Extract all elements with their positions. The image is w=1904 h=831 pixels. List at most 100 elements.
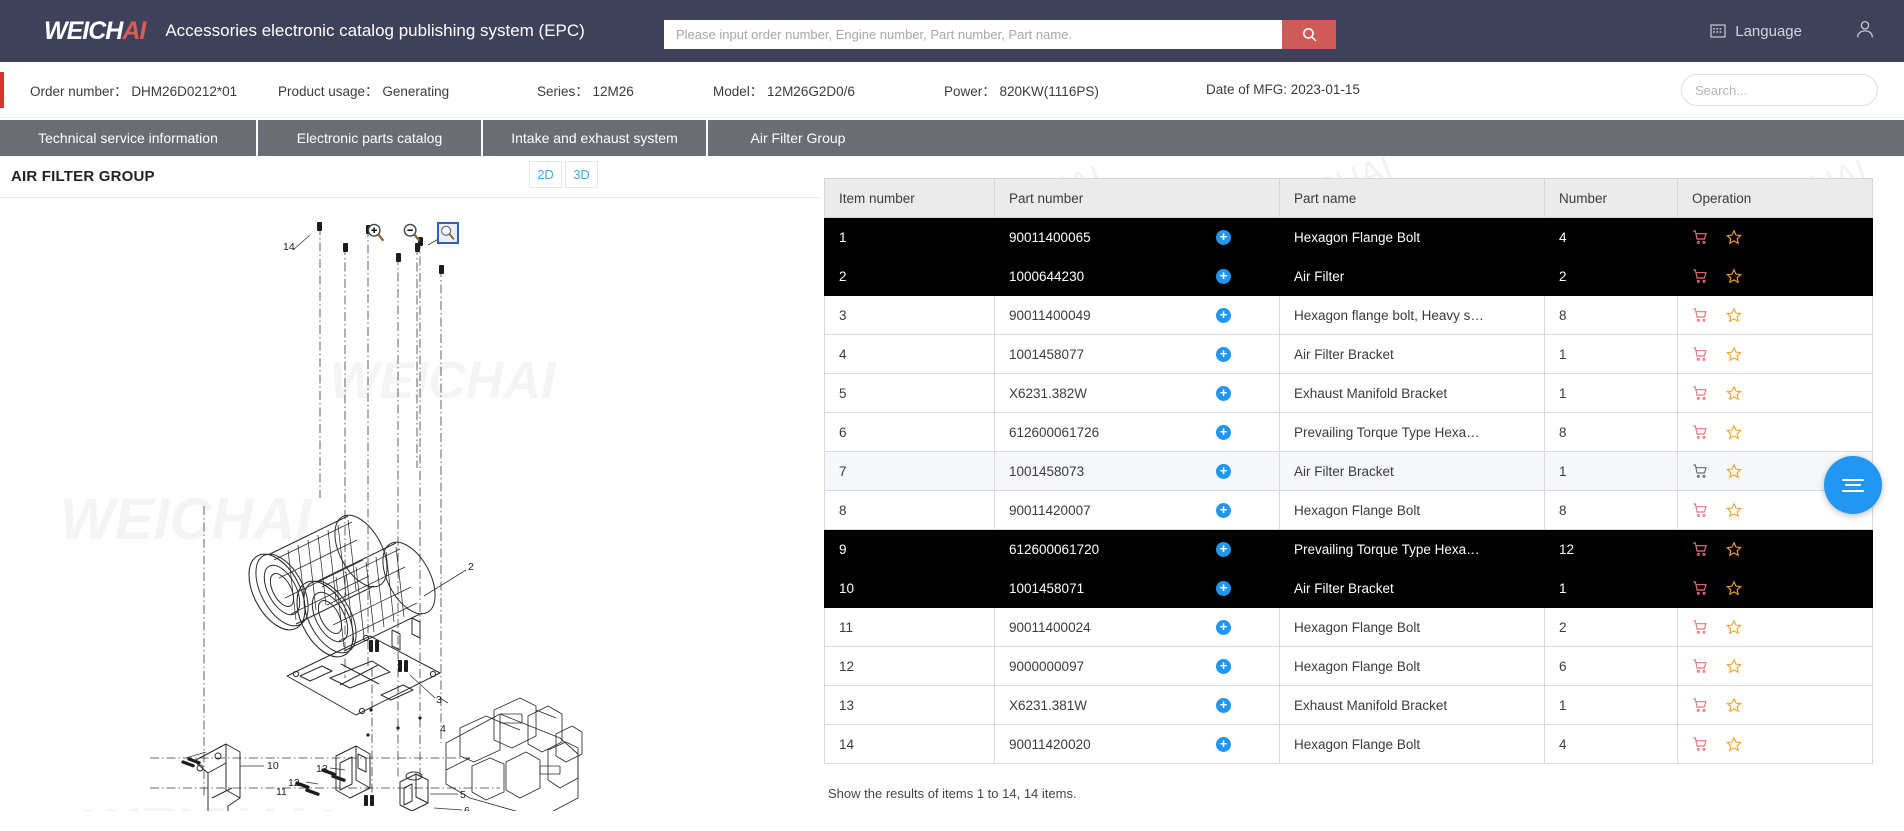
cell-part-number[interactable]: 1001458077 + [994,334,1280,374]
view-2d-button[interactable]: 2D [529,161,562,188]
column-header-part-name[interactable]: Part name [1279,178,1545,218]
star-icon[interactable] [1726,385,1742,401]
cell-part-number[interactable]: 9000000097 + [994,646,1280,686]
plus-circle-icon[interactable]: + [1216,424,1231,440]
star-icon[interactable] [1726,268,1742,284]
plus-circle-icon[interactable]: + [1216,658,1231,674]
table-row[interactable]: 14 90011420020 + Hexagon Flange Bolt 4 [824,724,1873,764]
info-series: Series： 12M26 [537,80,634,100]
tab-air-filter-group[interactable]: Air Filter Group [708,120,888,156]
zoom-in-icon[interactable] [365,222,387,244]
plus-circle-icon[interactable]: + [1216,697,1231,713]
cart-icon[interactable] [1692,502,1708,518]
plus-circle-icon[interactable]: + [1216,619,1231,635]
zoom-region-icon[interactable] [437,222,459,244]
table-row[interactable]: 12 9000000097 + Hexagon Flange Bolt 6 [824,646,1873,686]
svg-text:3: 3 [436,694,442,706]
table-row[interactable]: 9 612600061720 + Prevailing Torque Type … [824,529,1873,569]
search-icon [1302,28,1316,42]
column-header-number[interactable]: Number [1544,178,1678,218]
plus-circle-icon[interactable]: + [1216,229,1231,245]
column-header-item-number[interactable]: Item number [824,178,995,218]
global-search-input[interactable] [664,20,1282,49]
view-mode-toggle: 2D 3D [529,161,598,188]
plus-circle-icon[interactable]: + [1216,346,1231,362]
cart-icon[interactable] [1692,463,1708,479]
plus-circle-icon[interactable]: + [1216,580,1231,596]
table-row[interactable]: 13 X6231.381W + Exhaust Manifold Bracket… [824,685,1873,725]
cell-part-number[interactable]: 612600061720 + [994,529,1280,569]
star-icon[interactable] [1726,346,1742,362]
svg-text:5: 5 [460,789,466,801]
table-row[interactable]: 11 90011400024 + Hexagon Flange Bolt 2 [824,607,1873,647]
cell-part-number[interactable]: 90011420007 + [994,490,1280,530]
star-icon[interactable] [1726,463,1742,479]
star-icon[interactable] [1726,619,1742,635]
menu-fab[interactable] [1824,456,1882,514]
view-3d-button[interactable]: 3D [565,161,598,188]
table-row[interactable]: 5 X6231.382W + Exhaust Manifold Bracket … [824,373,1873,413]
part-number-text: X6231.381W [1009,697,1088,713]
star-icon[interactable] [1726,424,1742,440]
language-switcher[interactable]: Language [1710,23,1802,40]
cell-part-number[interactable]: 90011400024 + [994,607,1280,647]
cell-part-number[interactable]: 1001458073 + [994,451,1280,491]
column-header-part-number[interactable]: Part number [994,178,1280,218]
cell-part-number[interactable]: 1001458071 + [994,568,1280,608]
cart-icon[interactable] [1692,658,1708,674]
star-icon[interactable] [1726,697,1742,713]
plus-circle-icon[interactable]: + [1216,385,1231,401]
plus-circle-icon[interactable]: + [1216,502,1231,518]
tab-intake-and-exhaust-system[interactable]: Intake and exhaust system [483,120,708,156]
cell-item-number: 5 [824,373,995,413]
table-row[interactable]: 7 1001458073 + Air Filter Bracket 1 [824,451,1873,491]
cart-icon[interactable] [1692,736,1708,752]
plus-circle-icon[interactable]: + [1216,463,1231,479]
cell-part-number[interactable]: 612600061726 + [994,412,1280,452]
star-icon[interactable] [1726,658,1742,674]
parts-table: Item number Part number Part name Number… [824,178,1873,764]
cart-icon[interactable] [1692,580,1708,596]
user-account-button[interactable] [1854,18,1876,45]
star-icon[interactable] [1726,502,1742,518]
plus-circle-icon[interactable]: + [1216,307,1231,323]
table-row[interactable]: 2 1000644230 + Air Filter 2 [824,256,1873,296]
cell-part-number[interactable]: X6231.382W + [994,373,1280,413]
plus-circle-icon[interactable]: + [1216,541,1231,557]
table-row[interactable]: 10 1001458071 + Air Filter Bracket 1 [824,568,1873,608]
cell-part-number[interactable]: 90011420020 + [994,724,1280,764]
cart-icon[interactable] [1692,307,1708,323]
zoom-out-icon[interactable] [401,222,423,244]
cart-icon[interactable] [1692,424,1708,440]
table-row[interactable]: 4 1001458077 + Air Filter Bracket 1 [824,334,1873,374]
parts-search-input[interactable] [1695,82,1871,98]
cell-part-name: Hexagon flange bolt, Heavy s… [1279,295,1545,335]
star-icon[interactable] [1726,580,1742,596]
exploded-view-diagram[interactable]: 14 1 2 3 4 10 13 12 11 5 6 [0,198,820,811]
plus-circle-icon[interactable]: + [1216,268,1231,284]
tab-technical-service-information[interactable]: Technical service information [0,120,258,156]
star-icon[interactable] [1726,736,1742,752]
cart-icon[interactable] [1692,229,1708,245]
cell-part-number[interactable]: X6231.381W + [994,685,1280,725]
table-row[interactable]: 3 90011400049 + Hexagon flange bolt, Hea… [824,295,1873,335]
cart-icon[interactable] [1692,697,1708,713]
table-row[interactable]: 8 90011420007 + Hexagon Flange Bolt 8 [824,490,1873,530]
cell-part-number[interactable]: 90011400065 + [994,217,1280,257]
star-icon[interactable] [1726,541,1742,557]
cell-part-number[interactable]: 90011400049 + [994,295,1280,335]
cart-icon[interactable] [1692,385,1708,401]
tab-electronic-parts-catalog[interactable]: Electronic parts catalog [258,120,483,156]
table-row[interactable]: 6 612600061726 + Prevailing Torque Type … [824,412,1873,452]
plus-circle-icon[interactable]: + [1216,736,1231,752]
table-row[interactable]: 1 90011400065 + Hexagon Flange Bolt 4 [824,217,1873,257]
cart-icon[interactable] [1692,268,1708,284]
cart-icon[interactable] [1692,346,1708,362]
cart-icon[interactable] [1692,541,1708,557]
cart-icon[interactable] [1692,619,1708,635]
global-search-button[interactable] [1282,20,1336,49]
cell-part-number[interactable]: 1000644230 + [994,256,1280,296]
cell-operation [1677,334,1873,374]
star-icon[interactable] [1726,307,1742,323]
star-icon[interactable] [1726,229,1742,245]
